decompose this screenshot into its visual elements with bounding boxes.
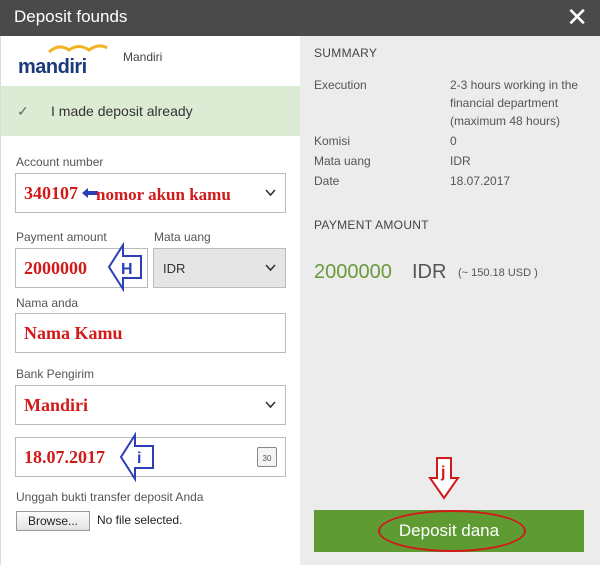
account-annotation: nomor akun kamu [96, 185, 231, 204]
summary-value-execution: 2-3 hours working in the financial depar… [450, 78, 579, 128]
close-icon[interactable]: ✕ [566, 4, 588, 30]
highlight-ellipse [378, 510, 526, 552]
dialog-title: Deposit founds [14, 7, 128, 26]
browse-button[interactable]: Browse... [16, 511, 90, 531]
file-status: No file selected. [97, 513, 183, 527]
summary-heading: SUMMARY [314, 46, 378, 60]
sender-bank-select[interactable]: Mandiri [15, 385, 286, 425]
payment-amount-value: 2000000 [24, 258, 87, 278]
name-value: Nama Kamu [24, 323, 123, 343]
summary-value-date: 18.07.2017 [450, 174, 511, 188]
account-number-label: Account number [16, 155, 104, 169]
bank-logo-text: mandiri [18, 56, 87, 78]
checkmark-icon: ✓ [17, 103, 29, 119]
summary-key-currency: Mata uang [314, 154, 371, 168]
payment-currency: IDR [412, 261, 447, 283]
currency-label: Mata uang [154, 230, 211, 244]
payment-amount-heading: PAYMENT AMOUNT [314, 218, 429, 232]
summary-key-commission: Komisi [314, 134, 351, 148]
deposit-confirmation-checkbox[interactable]: ✓ I made deposit already [1, 86, 301, 136]
chevron-down-icon [265, 401, 276, 409]
bank-logo: mandiri [15, 44, 111, 78]
currency-select[interactable]: IDR [153, 248, 286, 288]
currency-value: IDR [163, 261, 186, 276]
marker-j-label: j [441, 464, 446, 481]
account-number-value: 340107 [24, 183, 78, 203]
summary-key-execution: Execution [314, 78, 367, 92]
summary-value-currency: IDR [450, 154, 471, 168]
deposit-button[interactable]: Deposit dana [314, 510, 584, 552]
upload-label: Unggah bukti transfer deposit Anda [16, 490, 204, 504]
summary-value-commission: 0 [450, 134, 457, 148]
bank-name: Mandiri [123, 50, 163, 64]
sender-bank-value: Mandiri [24, 395, 89, 415]
date-value: 18.07.2017 [24, 447, 105, 467]
marker-i-label: i [137, 450, 142, 467]
title-bar: Deposit founds ✕ [0, 0, 600, 36]
calendar-icon[interactable]: 30 [257, 447, 277, 467]
name-input[interactable]: Nama Kamu [15, 313, 286, 353]
summary-key-date: Date [314, 174, 340, 188]
payment-total: 2000000 [314, 261, 392, 283]
name-label: Nama anda [16, 296, 79, 310]
deposit-form: mandiri Mandiri ✓ I made deposit already… [0, 36, 301, 565]
sender-bank-label: Bank Pengirim [16, 367, 95, 381]
payment-amount-label: Payment amount [16, 230, 107, 244]
marker-h-label: H [121, 261, 133, 278]
payment-usd-approx: (~ 150.18 USD ) [458, 267, 538, 279]
deposit-confirmation-label: I made deposit already [51, 103, 193, 119]
account-number-select[interactable]: 340107 nomor akun kamu [15, 173, 286, 213]
summary-panel: SUMMARY Execution 2-3 hours working in t… [300, 36, 600, 565]
chevron-down-icon [265, 264, 276, 272]
chevron-down-icon [265, 189, 276, 197]
